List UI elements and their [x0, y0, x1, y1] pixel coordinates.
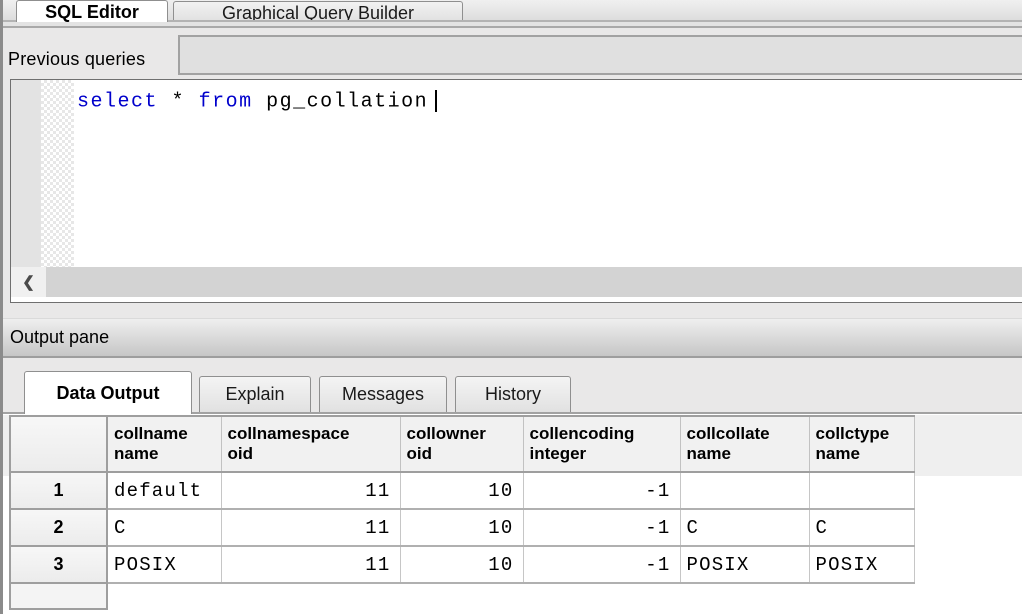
- tab-sql-editor[interactable]: SQL Editor: [16, 0, 168, 22]
- tab-graphical-query-builder[interactable]: Graphical Query Builder: [173, 1, 463, 22]
- empty-row-number: [10, 583, 107, 609]
- empty-next-row: [10, 583, 914, 609]
- editor-line-number-margin: [11, 80, 41, 267]
- tab-data-output-label: Data Output: [57, 383, 160, 404]
- data-output-grid: collname name collnamespace oid collowne…: [3, 414, 1022, 614]
- sql-query-line[interactable]: select * from pg_collation: [77, 90, 437, 113]
- column-name: collcollate: [687, 424, 803, 444]
- column-header-collencoding[interactable]: collencoding integer: [523, 416, 680, 472]
- scrollbar-left-button[interactable]: ❮: [11, 267, 46, 297]
- row-number[interactable]: 2: [10, 509, 107, 546]
- cell-collctype[interactable]: POSIX: [809, 546, 914, 583]
- cell-collencoding[interactable]: -1: [523, 509, 680, 546]
- window-left-border: [0, 0, 3, 614]
- column-header-collowner[interactable]: collowner oid: [400, 416, 523, 472]
- column-type: name: [114, 444, 215, 464]
- cell-collencoding[interactable]: -1: [523, 546, 680, 583]
- sql-keyword-from: from: [199, 90, 253, 113]
- column-type: integer: [530, 444, 674, 464]
- sql-space-1: [158, 90, 172, 113]
- cell-collname[interactable]: POSIX: [107, 546, 221, 583]
- tab-explain[interactable]: Explain: [199, 376, 311, 412]
- grid-corner-cell[interactable]: [10, 416, 107, 472]
- column-name: collctype: [816, 424, 908, 444]
- cell-collname[interactable]: C: [107, 509, 221, 546]
- empty-row-space: [107, 583, 914, 609]
- sql-identifier: pg_collation: [266, 90, 428, 113]
- column-header-collctype[interactable]: collctype name: [809, 416, 914, 472]
- output-pane-caption[interactable]: Output pane: [3, 318, 1022, 358]
- cell-collname[interactable]: default: [107, 472, 221, 509]
- cell-collencoding[interactable]: -1: [523, 472, 680, 509]
- cell-collowner[interactable]: 10: [400, 509, 523, 546]
- cell-collnamespace[interactable]: 11: [221, 509, 400, 546]
- column-name: collnamespace: [228, 424, 394, 444]
- output-pane-caption-label: Output pane: [10, 327, 109, 347]
- tab-data-output[interactable]: Data Output: [24, 371, 192, 414]
- cell-collowner[interactable]: 10: [400, 472, 523, 509]
- column-type: oid: [407, 444, 517, 464]
- column-type: oid: [228, 444, 394, 464]
- sql-space-2: [185, 90, 199, 113]
- tab-history-label: History: [485, 384, 541, 405]
- row-number[interactable]: 3: [10, 546, 107, 583]
- previous-queries-combo[interactable]: [178, 35, 1022, 75]
- cell-collcollate[interactable]: POSIX: [680, 546, 809, 583]
- sql-keyword-select: select: [77, 90, 158, 113]
- editor-fold-margin: [41, 80, 74, 267]
- table-row: 1 default 11 10 -1: [10, 472, 914, 509]
- column-name: collname: [114, 424, 215, 444]
- cell-collnamespace[interactable]: 11: [221, 472, 400, 509]
- editor-tabbar: SQL Editor Graphical Query Builder: [3, 0, 1022, 20]
- cell-collcollate[interactable]: C: [680, 509, 809, 546]
- previous-queries-label: Previous queries: [8, 49, 145, 70]
- scroll-left-icon: ❮: [22, 273, 35, 291]
- cell-collowner[interactable]: 10: [400, 546, 523, 583]
- tab-sql-editor-label: SQL Editor: [45, 2, 139, 23]
- column-header-collnamespace[interactable]: collnamespace oid: [221, 416, 400, 472]
- column-header-collcollate[interactable]: collcollate name: [680, 416, 809, 472]
- cell-collcollate[interactable]: [680, 472, 809, 509]
- column-type: name: [687, 444, 803, 464]
- column-name: collowner: [407, 424, 517, 444]
- tab-messages-label: Messages: [342, 384, 424, 405]
- sql-star: *: [172, 90, 186, 113]
- column-type: name: [816, 444, 908, 464]
- column-name: collencoding: [530, 424, 674, 444]
- scrollbar-track[interactable]: [46, 267, 1022, 297]
- table-row: 2 C 11 10 -1 C C: [10, 509, 914, 546]
- row-number[interactable]: 1: [10, 472, 107, 509]
- text-cursor: [435, 90, 437, 112]
- previous-queries-row: Previous queries: [3, 30, 1022, 79]
- table-row: 3 POSIX 11 10 -1 POSIX POSIX: [10, 546, 914, 583]
- header-row: collname name collnamespace oid collowne…: [10, 416, 914, 472]
- tab-explain-label: Explain: [225, 384, 284, 405]
- sql-space-3: [253, 90, 267, 113]
- editor-horizontal-scrollbar[interactable]: ❮: [11, 267, 1022, 297]
- result-table: collname name collnamespace oid collowne…: [9, 415, 915, 610]
- tab-history[interactable]: History: [455, 376, 571, 412]
- tab-messages[interactable]: Messages: [319, 376, 447, 412]
- column-header-collname[interactable]: collname name: [107, 416, 221, 472]
- cell-collnamespace[interactable]: 11: [221, 546, 400, 583]
- cell-collctype[interactable]: C: [809, 509, 914, 546]
- cell-collctype[interactable]: [809, 472, 914, 509]
- output-tabbar: Data Output Explain Messages History: [3, 370, 1022, 414]
- sql-editor-panel[interactable]: select * from pg_collation ❮: [10, 79, 1022, 303]
